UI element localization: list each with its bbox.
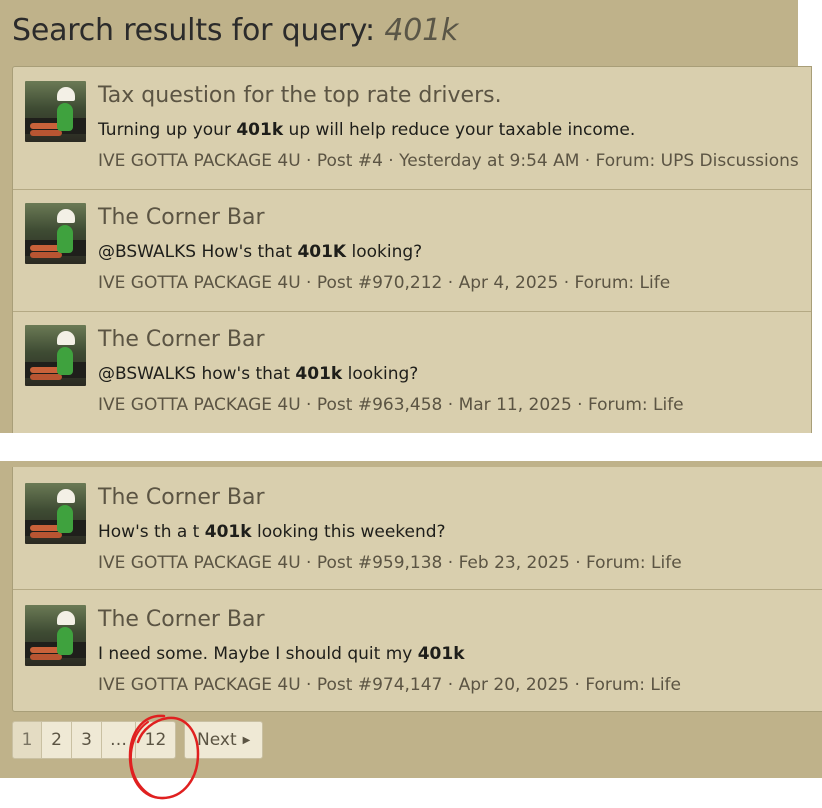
avatar[interactable] [25, 325, 86, 386]
result-meta: IVE GOTTA PACKAGE 4U · Post #959,138 · F… [98, 553, 682, 573]
page-ellipsis-button[interactable]: … [102, 721, 136, 759]
avatar[interactable] [25, 81, 86, 142]
result-title[interactable]: The Corner Bar [98, 607, 265, 632]
next-label: Next [197, 730, 237, 750]
snippet-text: @BSWALKS how's that [98, 364, 296, 384]
list-item: The Corner Bar How's th a t 401k looking… [13, 467, 822, 590]
snippet-text: @BSWALKS How's that [98, 242, 298, 262]
list-item: The Corner Bar @BSWALKS How's that 401K … [13, 189, 811, 312]
avatar[interactable] [25, 483, 86, 544]
page-3-button[interactable]: 3 [72, 721, 102, 759]
results-list-top: Tax question for the top rate drivers. T… [12, 66, 812, 436]
snippet-text: looking? [342, 364, 419, 384]
result-snippet: How's th a t 401k looking this weekend? [98, 522, 446, 542]
pagination: 1 2 3 … 12 Next ▶ [12, 721, 264, 761]
result-title[interactable]: The Corner Bar [98, 485, 265, 510]
snippet-highlight: 401k [295, 364, 343, 384]
result-meta: IVE GOTTA PACKAGE 4U · Post #974,147 · A… [98, 675, 681, 695]
avatar[interactable] [25, 203, 86, 264]
snippet-highlight: 401K [297, 242, 347, 262]
list-item: Tax question for the top rate drivers. T… [13, 67, 811, 190]
snippet-text: How's th a t [98, 522, 205, 542]
snippet-highlight: 401k [417, 644, 465, 664]
search-query: 401k [384, 13, 459, 48]
snippet-text: I need some. Maybe I should quit my [98, 644, 418, 664]
list-item: The Corner Bar I need some. Maybe I shou… [13, 589, 822, 711]
next-page-button[interactable]: Next ▶ [184, 721, 264, 759]
result-title[interactable]: The Corner Bar [98, 327, 265, 352]
page-title-prefix: Search results for query: [12, 13, 375, 48]
result-meta: IVE GOTTA PACKAGE 4U · Post #970,212 · A… [98, 273, 671, 293]
page-1-button[interactable]: 1 [12, 721, 42, 759]
page-12-button[interactable]: 12 [136, 721, 176, 759]
screenshot-gap [0, 433, 822, 461]
result-snippet: I need some. Maybe I should quit my 401k [98, 644, 465, 664]
snippet-text: looking this weekend? [251, 522, 446, 542]
page-2-button[interactable]: 2 [42, 721, 72, 759]
result-title[interactable]: The Corner Bar [98, 205, 265, 230]
avatar[interactable] [25, 605, 86, 666]
snippet-text: Turning up your [98, 120, 237, 140]
list-item: The Corner Bar @BSWALKS how's that 401k … [13, 311, 811, 434]
result-title[interactable]: Tax question for the top rate drivers. [98, 83, 502, 108]
page-title: Search results for query: 401k [12, 13, 458, 48]
snippet-text: looking? [346, 242, 423, 262]
result-snippet: Turning up your 401k up will help reduce… [98, 120, 635, 140]
result-snippet: @BSWALKS How's that 401K looking? [98, 242, 422, 262]
result-snippet: @BSWALKS how's that 401k looking? [98, 364, 418, 384]
snippet-highlight: 401k [204, 522, 252, 542]
snippet-text: up will help reduce your taxable income. [283, 120, 636, 140]
result-meta: IVE GOTTA PACKAGE 4U · Post #4 · Yesterd… [98, 151, 799, 171]
caret-right-icon: ▶ [242, 734, 251, 746]
results-list-bottom: The Corner Bar How's th a t 401k looking… [12, 467, 822, 712]
snippet-highlight: 401k [236, 120, 284, 140]
result-meta: IVE GOTTA PACKAGE 4U · Post #963,458 · M… [98, 395, 684, 415]
